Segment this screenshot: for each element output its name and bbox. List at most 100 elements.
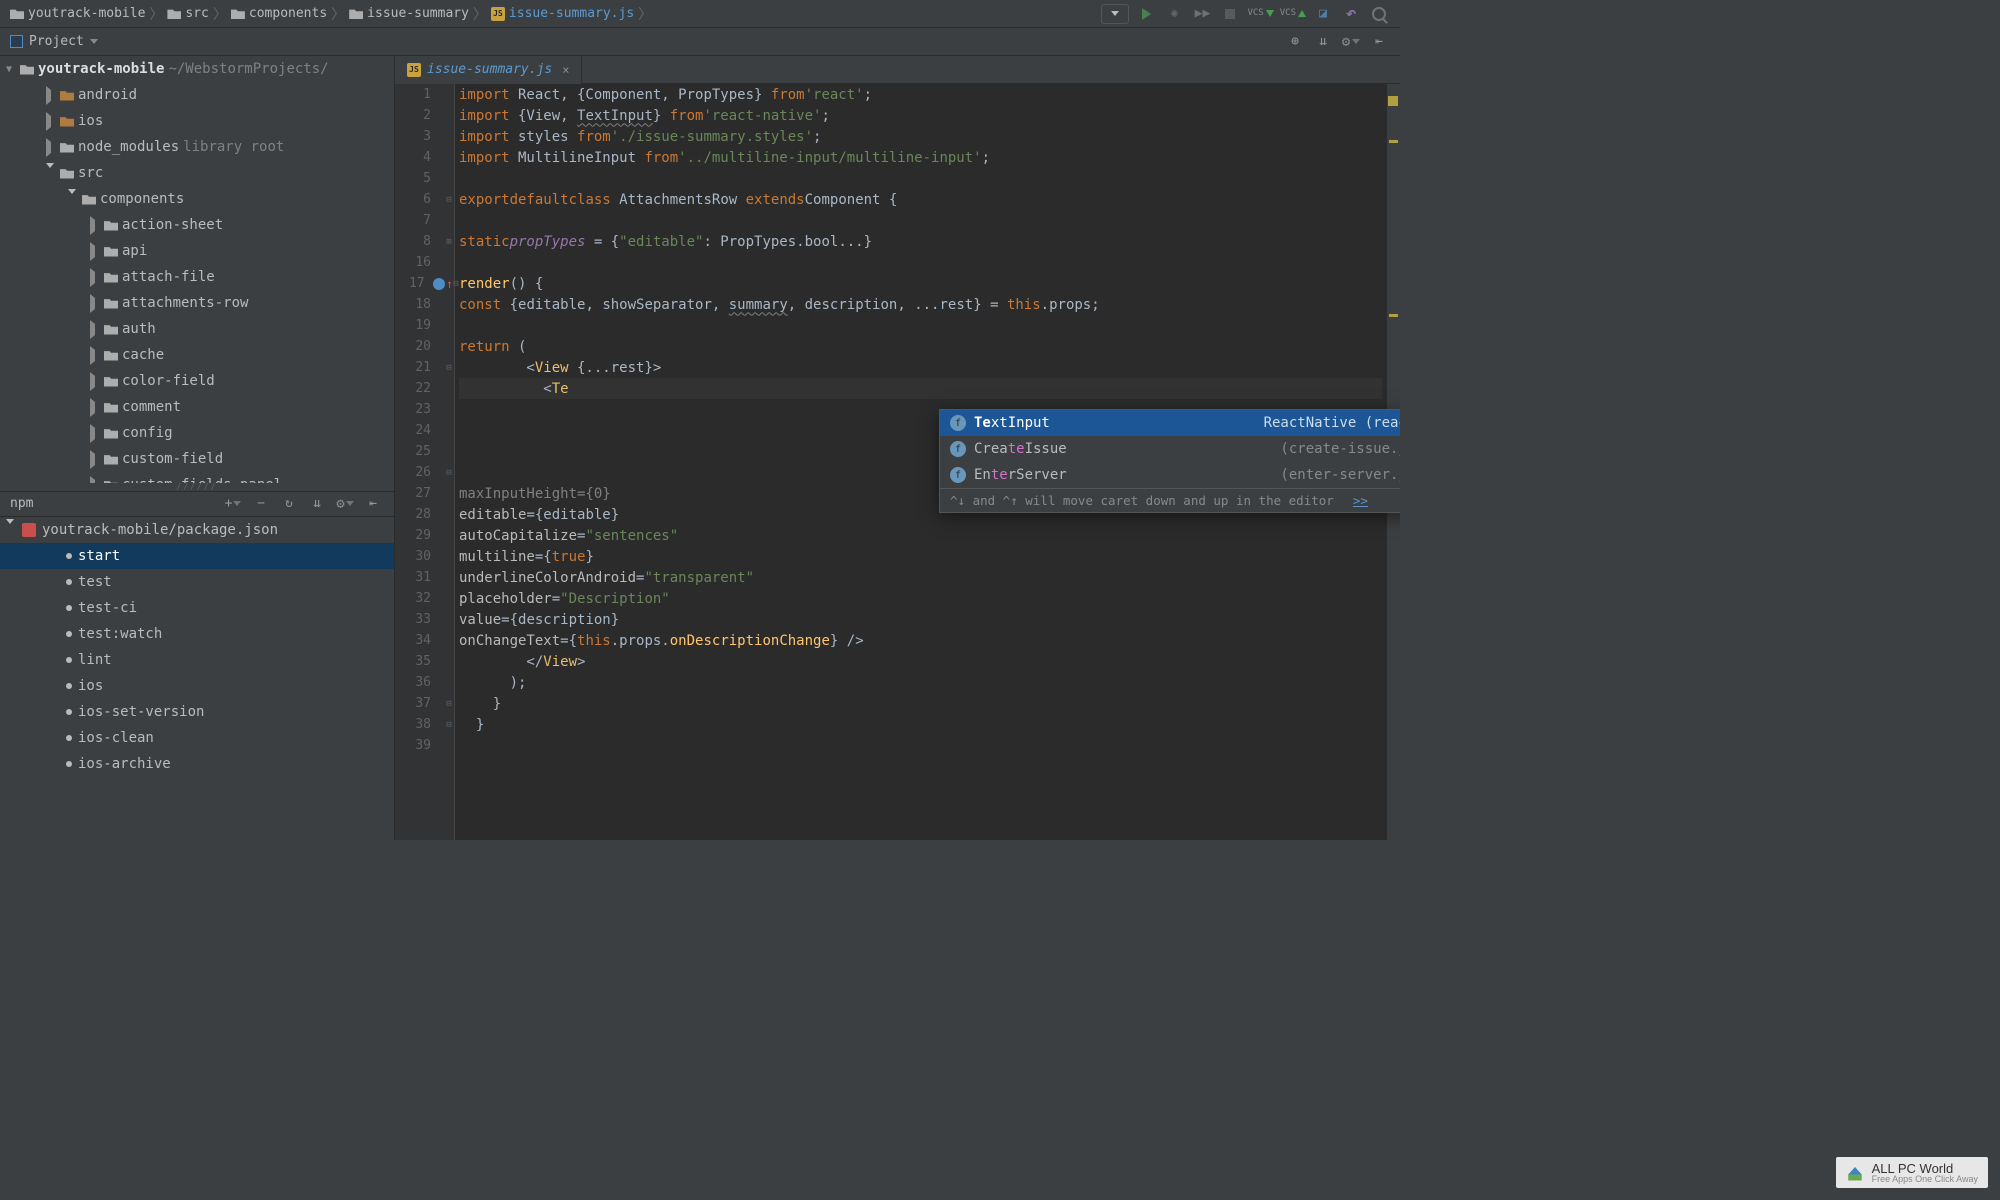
gutter-line[interactable]: 23 — [395, 399, 459, 420]
gutter-line[interactable]: 26⊟ — [395, 462, 459, 483]
code-line[interactable]: static propTypes = {"editable": PropType… — [459, 231, 1382, 252]
stop-button[interactable] — [1219, 3, 1241, 25]
tree-row[interactable]: cache — [0, 342, 394, 368]
code-line[interactable]: import MultilineInput from '../multiline… — [459, 147, 1382, 168]
fold-icon[interactable]: ⊞ — [446, 237, 451, 247]
gutter-line[interactable]: 24 — [395, 420, 459, 441]
gutter-line[interactable]: 35 — [395, 651, 459, 672]
code-line[interactable] — [459, 168, 1382, 189]
npm-script-row[interactable]: lint — [0, 647, 394, 673]
tree-row[interactable]: components — [0, 186, 394, 212]
gutter-line[interactable]: 28 — [395, 504, 459, 525]
fold-icon[interactable]: ⊟ — [446, 363, 451, 373]
gutter-line[interactable]: 16 — [395, 252, 459, 273]
npm-script-row[interactable]: test:watch — [0, 621, 394, 647]
tree-row[interactable]: node_modules library root — [0, 134, 394, 160]
npm-hide-button[interactable]: ⇤ — [362, 493, 384, 515]
gutter-line[interactable]: 2 — [395, 105, 459, 126]
gutter-line[interactable]: 30 — [395, 546, 459, 567]
code-line[interactable]: return ( — [459, 336, 1382, 357]
run-coverage-button[interactable]: ▶▶ — [1191, 3, 1213, 25]
collapse-all-button[interactable]: ⇊ — [1312, 31, 1334, 53]
code-line[interactable] — [459, 315, 1382, 336]
run-config-dropdown[interactable] — [1101, 4, 1129, 24]
code-line[interactable]: ); — [459, 672, 1382, 693]
code-line[interactable]: underlineColorAndroid="transparent" — [459, 567, 1382, 588]
tree-row[interactable]: color-field — [0, 368, 394, 394]
breadcrumb-item[interactable]: src — [167, 6, 208, 21]
project-tree[interactable]: ▼ youtrack-mobile ~/WebstormProjects/ an… — [0, 56, 394, 483]
breadcrumb-item[interactable]: components — [231, 6, 327, 21]
npm-script-row[interactable]: ios — [0, 673, 394, 699]
locate-button[interactable]: ⊕ — [1284, 31, 1306, 53]
gutter-line[interactable]: 6⊟ — [395, 189, 459, 210]
gutter-line[interactable]: 18 — [395, 294, 459, 315]
code-line[interactable]: export default class AttachmentsRow exte… — [459, 189, 1382, 210]
tree-row[interactable]: ios — [0, 108, 394, 134]
gutter-line[interactable]: 34 — [395, 630, 459, 651]
tree-row[interactable]: custom-fields-panel — [0, 472, 394, 483]
gutter-line[interactable]: 38⊟ — [395, 714, 459, 735]
npm-add-button[interactable]: + — [222, 493, 244, 515]
code-line[interactable]: </View> — [459, 651, 1382, 672]
fold-icon[interactable]: ⊟ — [446, 699, 451, 709]
npm-script-row[interactable]: ios-clean — [0, 725, 394, 751]
tree-row[interactable]: action-sheet — [0, 212, 394, 238]
vcs-commit[interactable]: VCS — [1280, 9, 1306, 18]
debug-button[interactable]: ✺ — [1163, 3, 1185, 25]
code-line[interactable]: render() { — [459, 273, 1382, 294]
hide-panel-button[interactable]: ⇤ — [1368, 31, 1390, 53]
tree-row[interactable]: ▼ youtrack-mobile ~/WebstormProjects/ — [0, 56, 394, 82]
gutter-line[interactable]: 3 — [395, 126, 459, 147]
gutter-line[interactable]: 36 — [395, 672, 459, 693]
npm-scripts-tree[interactable]: youtrack-mobile/package.json start test … — [0, 517, 394, 777]
gutter-line[interactable]: 25 — [395, 441, 459, 462]
search-everywhere-button[interactable] — [1368, 3, 1390, 25]
tree-row[interactable]: auth — [0, 316, 394, 342]
gutter-line[interactable]: 8⊞ — [395, 231, 459, 252]
gutter-line[interactable]: 5 — [395, 168, 459, 189]
code-line[interactable]: } — [459, 693, 1382, 714]
tree-row[interactable]: attach-file — [0, 264, 394, 290]
npm-script-row[interactable]: test — [0, 569, 394, 595]
gutter-line[interactable]: 27 — [395, 483, 459, 504]
code-line[interactable] — [459, 735, 1382, 756]
tree-row[interactable]: config — [0, 420, 394, 446]
code-area[interactable]: import React, {Component, PropTypes} fro… — [395, 84, 1400, 840]
code-line[interactable]: <View {...rest}> — [459, 357, 1382, 378]
override-icon[interactable] — [433, 278, 445, 290]
hint-link[interactable]: >> — [1353, 493, 1368, 508]
undo-button[interactable]: ↶ — [1340, 3, 1362, 25]
npm-script-row[interactable]: ios-set-version — [0, 699, 394, 725]
breadcrumb-item[interactable]: issue-summary — [349, 6, 469, 21]
gutter-line[interactable]: 17↑⊟ — [395, 273, 459, 294]
gutter-line[interactable]: 7 — [395, 210, 459, 231]
tree-row[interactable]: comment — [0, 394, 394, 420]
completion-item[interactable]: fTextInputReactNative (react-native.js, … — [940, 410, 1400, 436]
gutter-line[interactable]: 37⊟ — [395, 693, 459, 714]
npm-remove-button[interactable]: − — [250, 493, 272, 515]
breadcrumb-item[interactable]: JS issue-summary.js — [491, 6, 634, 21]
project-view-dropdown[interactable]: Project — [10, 34, 98, 49]
npm-script-row[interactable]: test-ci — [0, 595, 394, 621]
close-icon[interactable]: × — [562, 63, 569, 77]
editor-tab[interactable]: JS issue-summary.js × — [395, 56, 582, 84]
splitter[interactable]: ////// — [0, 483, 394, 491]
vcs-update[interactable]: VCS — [1247, 9, 1273, 18]
code-line[interactable]: import {View, TextInput} from 'react-nat… — [459, 105, 1382, 126]
gutter-line[interactable]: 1 — [395, 84, 459, 105]
code-line[interactable]: const {editable, showSeparator, summary,… — [459, 294, 1382, 315]
code-line[interactable]: } — [459, 714, 1382, 735]
tree-row[interactable]: api — [0, 238, 394, 264]
settings-button[interactable]: ⚙ — [1340, 31, 1362, 53]
gutter-line[interactable]: 22 — [395, 378, 459, 399]
run-button[interactable] — [1135, 3, 1157, 25]
code-line[interactable]: <Te — [459, 378, 1382, 399]
npm-package-row[interactable]: youtrack-mobile/package.json — [0, 517, 394, 543]
history-button[interactable]: ◪ — [1312, 3, 1334, 25]
npm-collapse-button[interactable]: ⇊ — [306, 493, 328, 515]
gutter-line[interactable]: 19 — [395, 315, 459, 336]
code-line[interactable]: placeholder="Description" — [459, 588, 1382, 609]
npm-script-row[interactable]: ios-archive — [0, 751, 394, 777]
gutter-line[interactable]: 21⊟ — [395, 357, 459, 378]
